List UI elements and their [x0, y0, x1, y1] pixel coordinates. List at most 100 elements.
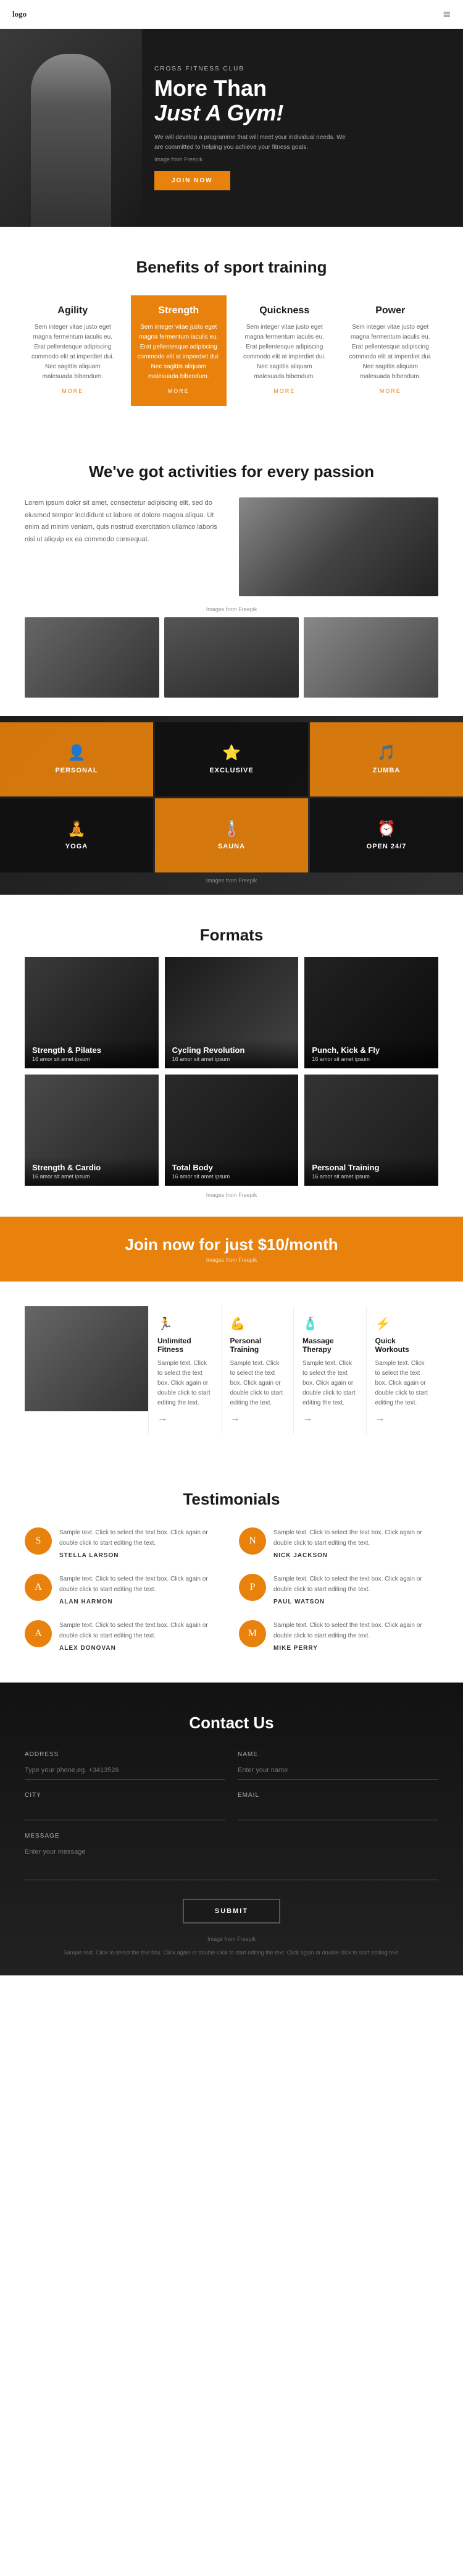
testimonial-alan-text: Sample text. Click to select the text bo… — [59, 1574, 224, 1595]
format-punch-name: Punch, Kick & Fly — [312, 1045, 431, 1055]
massage-arrow[interactable]: → — [302, 1413, 357, 1424]
format-total-body-meta: 16 amor sit amet ipsum — [172, 1173, 291, 1180]
join-now-button[interactable]: JOIN NOW — [154, 171, 230, 190]
service-exclusive[interactable]: ⭐ EXCLUSIVE — [155, 722, 308, 796]
testimonial-alan: A Sample text. Click to select the text … — [25, 1574, 224, 1605]
contact-title: Contact Us — [25, 1713, 438, 1733]
hamburger-icon[interactable]: ≡ — [443, 6, 451, 22]
personal-training-title: Personal Training — [230, 1337, 285, 1354]
testimonial-nick-name: NICK JACKSON — [273, 1552, 438, 1559]
message-input[interactable] — [25, 1843, 438, 1880]
email-input[interactable] — [238, 1802, 438, 1820]
format-strength-cardio-meta: 16 amor sit amet ipsum — [32, 1173, 151, 1180]
features-section: 🏃 Unlimited Fitness Sample text. Click t… — [0, 1282, 463, 1459]
activities-text: Lorem ipsum dolor sit amet, consectetur … — [25, 497, 224, 546]
service-zumba[interactable]: 🎵 ZUMBA — [310, 722, 463, 796]
join-banner-img-credit: Images from Freepik — [25, 1257, 438, 1263]
format-punch[interactable]: Punch, Kick & Fly 16 amor sit amet ipsum — [304, 957, 438, 1068]
contact-img-credit: Image from Freepik — [25, 1936, 438, 1942]
unlimited-arrow[interactable]: → — [157, 1413, 212, 1424]
submit-button[interactable]: SUBMIT — [183, 1899, 280, 1924]
format-strength-cardio-name: Strength & Cardio — [32, 1163, 151, 1172]
nav-logo[interactable]: logo — [12, 9, 27, 19]
testimonial-stella-text: Sample text. Click to select the text bo… — [59, 1527, 224, 1548]
avatar-nick: N — [239, 1527, 266, 1555]
quick-arrow[interactable]: → — [375, 1413, 430, 1424]
open24-icon: ⏰ — [377, 820, 396, 838]
avatar-alan: A — [25, 1574, 52, 1601]
city-input[interactable] — [25, 1802, 225, 1820]
testimonial-alan-name: ALAN HARMON — [59, 1598, 224, 1605]
benefits-grid: Agility Sem integer vitae justo eget mag… — [25, 295, 438, 406]
massage-title: Massage Therapy — [302, 1337, 357, 1354]
email-field-group: Email — [238, 1792, 438, 1820]
format-strength-pilates-meta: 16 amor sit amet ipsum — [32, 1056, 151, 1062]
benefit-quickness-text: Sem integer vitae justo eget magna ferme… — [243, 323, 327, 382]
formats-img-credit: Images from Freepik — [25, 1192, 438, 1198]
services-img-credit: Images from Freepik — [0, 872, 463, 889]
benefit-agility-more[interactable]: MORE — [62, 388, 83, 394]
benefit-power: Power Sem integer vitae justo eget magna… — [343, 295, 439, 406]
benefit-strength-text: Sem integer vitae justo eget magna ferme… — [137, 323, 221, 382]
format-personal-name: Personal Training — [312, 1163, 431, 1172]
format-strength-cardio[interactable]: Strength & Cardio 16 amor sit amet ipsum — [25, 1075, 159, 1186]
activities-img-credit: Images from Freepik — [25, 606, 438, 612]
format-strength-pilates[interactable]: Strength & Pilates 16 amor sit amet ipsu… — [25, 957, 159, 1068]
name-input[interactable] — [238, 1762, 438, 1780]
exclusive-icon: ⭐ — [222, 744, 241, 762]
avatar-mike: M — [239, 1620, 266, 1647]
format-punch-meta: 16 amor sit amet ipsum — [312, 1056, 431, 1062]
testimonial-paul-text: Sample text. Click to select the text bo… — [273, 1574, 438, 1595]
testimonial-paul-name: PAUL WATSON — [273, 1598, 438, 1605]
join-banner: Join now for just $10/month Images from … — [0, 1217, 463, 1282]
format-personal-meta: 16 amor sit amet ipsum — [312, 1173, 431, 1180]
contact-section: Contact Us Address Name City Email — [0, 1683, 463, 1975]
address-input[interactable] — [25, 1762, 225, 1780]
activity-photo-1 — [25, 617, 159, 698]
massage-desc: Sample text. Click to select the text bo… — [302, 1359, 357, 1408]
personal-training-icon: 💪 — [230, 1316, 285, 1332]
benefit-power-title: Power — [349, 305, 433, 316]
service-open24[interactable]: ⏰ OPEN 24/7 — [310, 798, 463, 872]
benefit-strength-title: Strength — [137, 305, 221, 316]
format-total-body[interactable]: Total Body 16 amor sit amet ipsum — [165, 1075, 299, 1186]
activity-photo-2 — [164, 617, 299, 698]
service-personal[interactable]: 👤 PERSONAL — [0, 722, 153, 796]
services-section: 👤 PERSONAL ⭐ EXCLUSIVE 🎵 ZUMBA 🧘 YOGA 🌡️… — [0, 716, 463, 895]
benefit-strength-more[interactable]: MORE — [168, 388, 190, 394]
exclusive-label: EXCLUSIVE — [209, 767, 253, 774]
testimonial-stella-name: STELLA LARSON — [59, 1552, 224, 1559]
quick-desc: Sample text. Click to select the text bo… — [375, 1359, 430, 1408]
contact-footer-text: Sample text. Click to select the text bo… — [25, 1948, 438, 1963]
service-sauna[interactable]: 🌡️ SAUNA — [155, 798, 308, 872]
personal-training-desc: Sample text. Click to select the text bo… — [230, 1359, 285, 1408]
testimonial-mike: M Sample text. Click to select the text … — [239, 1620, 438, 1652]
format-cycling-name: Cycling Revolution — [172, 1045, 291, 1055]
format-cycling[interactable]: Cycling Revolution 16 amor sit amet ipsu… — [165, 957, 299, 1068]
zumba-label: ZUMBA — [373, 767, 401, 774]
testimonial-nick: N Sample text. Click to select the text … — [239, 1527, 438, 1559]
activities-main-image — [239, 497, 438, 596]
benefit-agility-title: Agility — [31, 305, 115, 316]
feature-unlimited: 🏃 Unlimited Fitness Sample text. Click t… — [148, 1306, 221, 1434]
city-field-group: City — [25, 1792, 225, 1820]
testimonial-alex-name: ALEX DONOVAN — [59, 1645, 224, 1652]
benefit-quickness: Quickness Sem integer vitae justo eget m… — [236, 295, 333, 406]
testimonial-mike-name: MIKE PERRY — [273, 1645, 438, 1652]
benefit-quickness-title: Quickness — [243, 305, 327, 316]
activities-title: We've got activities for every passion — [25, 462, 438, 483]
testimonial-nick-text: Sample text. Click to select the text bo… — [273, 1527, 438, 1548]
hero-content: CROSS FITNESS CLUB More ThanJust A Gym! … — [0, 47, 377, 208]
service-yoga[interactable]: 🧘 YOGA — [0, 798, 153, 872]
format-personal-training[interactable]: Personal Training 16 amor sit amet ipsum — [304, 1075, 438, 1186]
personal-training-arrow[interactable]: → — [230, 1413, 285, 1424]
format-cycling-meta: 16 amor sit amet ipsum — [172, 1056, 291, 1062]
benefit-power-more[interactable]: MORE — [380, 388, 401, 394]
message-label: Message — [25, 1833, 438, 1839]
name-field-group: Name — [238, 1751, 438, 1780]
benefit-power-text: Sem integer vitae justo eget magna ferme… — [349, 323, 433, 382]
join-banner-title: Join now for just $10/month — [25, 1235, 438, 1254]
activities-section: We've got activities for every passion L… — [0, 431, 463, 716]
benefit-quickness-more[interactable]: MORE — [273, 388, 295, 394]
sauna-label: SAUNA — [218, 843, 245, 850]
